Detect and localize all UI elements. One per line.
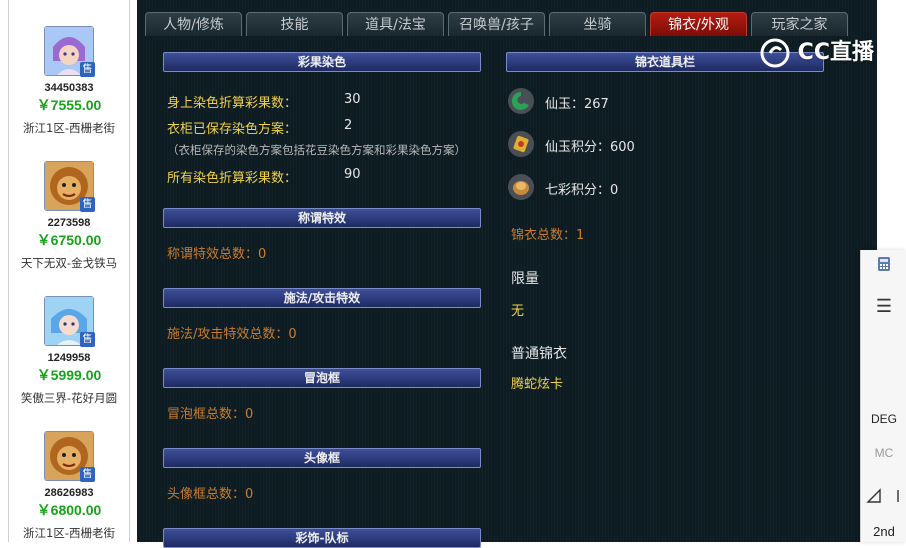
- listing-list: 售 34450383 ￥7555.00 浙江1区-西栅老街 售 2273598 …: [8, 0, 130, 542]
- for-sale-badge: 售: [80, 62, 95, 77]
- listing-price: ￥6750.00: [36, 232, 102, 248]
- jade-icon: [508, 88, 534, 114]
- coin-icon: [508, 174, 534, 200]
- listing-price: ￥7555.00: [36, 97, 102, 113]
- listing-id: 1249958: [47, 352, 91, 364]
- dye-body-value: 30: [344, 92, 361, 107]
- tab-skills[interactable]: 技能: [246, 12, 343, 36]
- normal-outfit-label: 普通锦衣: [511, 346, 567, 362]
- watermark-text: CC直播: [797, 40, 874, 65]
- listing-price: ￥5999.00: [36, 367, 102, 383]
- listing-id: 34450383: [44, 82, 94, 94]
- mc-button[interactable]: MC: [861, 446, 906, 460]
- second-function-button[interactable]: 2nd: [861, 524, 906, 539]
- section-header-title-fx: 称谓特效: [163, 208, 481, 228]
- avatar[interactable]: 售: [44, 161, 95, 212]
- avatar-frame-total: 头像框总数：0: [167, 487, 254, 502]
- tab-mounts[interactable]: 坐骑: [549, 12, 646, 36]
- for-sale-badge: 售: [80, 467, 95, 482]
- title-fx-total: 称谓特效总数：0: [167, 247, 267, 262]
- rainbow-points: 七彩积分：0: [545, 183, 619, 198]
- listing-server[interactable]: 浙江1区-西栅老街: [9, 119, 129, 137]
- avatar[interactable]: 售: [44, 296, 95, 347]
- tab-summons[interactable]: 召唤兽/孩子: [448, 12, 545, 36]
- jade-points: 仙玉积分：600: [545, 140, 635, 155]
- tab-items[interactable]: 道具/法宝: [347, 12, 444, 36]
- listing-server[interactable]: 浙江1区-西栅老街: [9, 524, 129, 542]
- outfit-total: 锦衣总数：1: [511, 228, 585, 243]
- section-header-avatar-frame: 头像框: [163, 448, 481, 468]
- jade-count: 仙玉：267: [545, 97, 609, 112]
- limited-value: 无: [511, 304, 525, 319]
- list-item[interactable]: 售 2273598 ￥6750.00 天下无双-金戈铁马: [9, 161, 129, 272]
- calculator-side-panel: ☰ DEG MC 2nd: [860, 250, 906, 542]
- list-item[interactable]: 售 28626983 ￥6800.00 浙江1区-西栅老街: [9, 431, 129, 542]
- listing-price: ￥6800.00: [36, 502, 102, 518]
- dye-body-label: 身上染色折算彩果数：: [167, 96, 298, 111]
- tab-character[interactable]: 人物/修炼: [145, 12, 242, 36]
- for-sale-badge: 售: [80, 197, 95, 212]
- deg-button[interactable]: DEG: [861, 412, 906, 426]
- dye-total-value: 90: [344, 167, 361, 182]
- for-sale-badge: 售: [80, 332, 95, 347]
- hamburger-menu-icon[interactable]: ☰: [861, 296, 906, 317]
- listing-server[interactable]: 天下无双-金戈铁马: [9, 254, 129, 272]
- avatar[interactable]: 售: [44, 26, 95, 77]
- list-item[interactable]: 售 1249958 ￥5999.00 笑傲三界-花好月圆: [9, 296, 129, 407]
- listing-server[interactable]: 笑傲三界-花好月圆: [9, 389, 129, 407]
- limited-label: 限量: [511, 271, 539, 287]
- dye-wardrobe-label: 衣柜已保存染色方案：: [167, 122, 298, 137]
- normal-outfit-value[interactable]: 腾蛇炫卡: [511, 373, 563, 392]
- tab-player-home[interactable]: 玩家之家: [751, 12, 848, 36]
- section-header-team-badge: 彩饰-队标: [163, 528, 481, 548]
- listing-id: 2273598: [47, 217, 91, 229]
- dye-wardrobe-value: 2: [344, 118, 353, 133]
- cast-fx-total: 施法/攻击特效总数：0: [167, 327, 297, 342]
- list-item[interactable]: 售 34450383 ￥7555.00 浙江1区-西栅老街: [9, 26, 129, 137]
- tab-outfits[interactable]: 锦衣/外观: [650, 12, 747, 36]
- listing-column: 售 34450383 ￥7555.00 浙江1区-西栅老街 售 2273598 …: [0, 0, 137, 542]
- scroll-icon: [508, 131, 534, 157]
- game-panel: 人物/修炼 技能 道具/法宝 召唤兽/孩子 坐骑 锦衣/外观 玩家之家 彩果染色…: [137, 0, 877, 548]
- calculator-icon[interactable]: [861, 256, 906, 277]
- section-header-bubble: 冒泡框: [163, 368, 481, 388]
- dye-total-label: 所有染色折算彩果数：: [167, 171, 298, 186]
- avatar[interactable]: 售: [44, 431, 95, 482]
- triangle-icon[interactable]: [861, 488, 906, 509]
- cc-live-watermark: CC直播: [760, 34, 874, 68]
- section-header-cast-fx: 施法/攻击特效: [163, 288, 481, 308]
- listing-id: 28626983: [44, 487, 94, 499]
- bubble-total: 冒泡框总数：0: [167, 407, 254, 422]
- cc-logo-icon: [760, 38, 790, 68]
- section-header-dye: 彩果染色: [163, 52, 481, 72]
- dye-note: （衣柜保存的染色方案包括花豆染色方案和彩果染色方案）: [167, 143, 466, 157]
